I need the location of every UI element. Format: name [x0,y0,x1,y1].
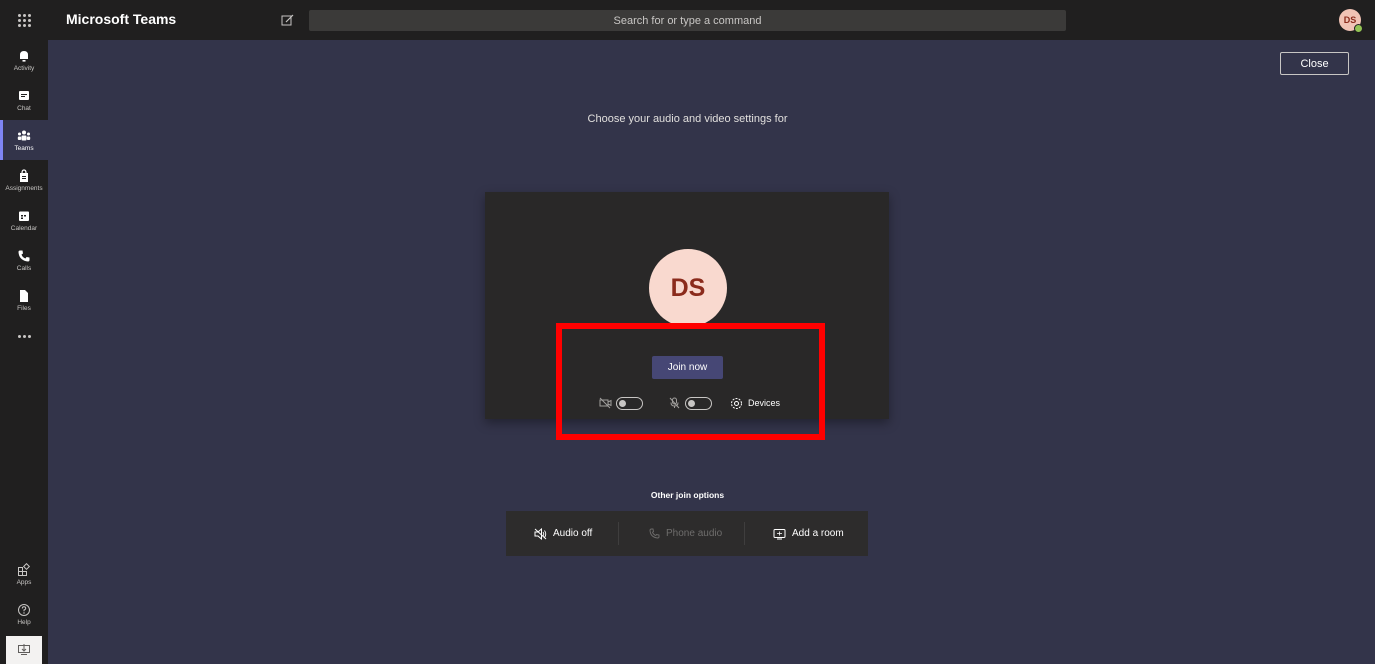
mic-control [668,395,712,411]
rail-item-teams[interactable]: Teams [0,120,48,160]
phone-audio-label: Phone audio [666,528,723,539]
rail-item-label: Help [17,618,31,626]
rail-item-assignments[interactable]: Assignments [0,160,48,200]
rail-item-label: Chat [17,104,31,112]
rail-item-label: Files [17,304,31,312]
devices-label: Devices [748,398,781,408]
rail-item-calendar[interactable]: Calendar [0,200,48,240]
add-room-option[interactable]: Add a room [773,511,844,556]
help-icon [18,603,30,616]
avatar-initials: DS [1343,15,1357,25]
new-chat-icon[interactable] [280,12,296,28]
preview-avatar: DS [649,249,727,327]
phone-icon [649,528,660,539]
app-rail: Activity Chat Teams Assignments Calendar… [0,40,48,664]
mic-off-icon [669,397,680,409]
audio-off-label: Audio off [553,528,593,539]
other-join-options-title: Other join options [650,490,725,500]
rail-item-apps[interactable]: Apps [0,554,48,594]
devices-button[interactable]: Devices [730,395,780,411]
gear-icon [731,397,742,409]
rail-item-label: Activity [13,64,35,72]
download-app-button[interactable] [6,636,42,664]
video-preview: DS Join now Devices [485,192,889,419]
divider [744,522,745,545]
top-bar: Microsoft Teams Search for or type a com… [0,0,1375,40]
mic-toggle[interactable] [685,396,712,410]
rail-item-label: Apps [16,578,32,586]
search-input[interactable]: Search for or type a command [309,10,1066,31]
prejoin-heading: Choose your audio and video settings for [0,113,1375,125]
prejoin-heading-text: Choose your audio and video settings for [587,113,788,125]
phone-audio-option[interactable]: Phone audio [649,511,722,556]
file-icon [20,289,28,302]
assignments-icon [20,168,28,182]
teams-icon [17,130,31,140]
rail-item-label: Calls [16,264,32,272]
divider [618,522,619,545]
apps-icon [18,562,31,576]
camera-control [599,395,643,411]
rail-item-calls[interactable]: Calls [0,240,48,280]
app-launcher-icon[interactable] [0,0,48,40]
chat-icon [19,90,29,100]
rail-item-label: Calendar [10,224,38,232]
add-room-label: Add a room [792,528,844,539]
rail-item-label: Assignments [5,184,43,192]
bell-icon [20,50,28,62]
download-icon [18,644,30,655]
join-now-button[interactable]: Join now [652,356,723,379]
rail-item-activity[interactable]: Activity [0,40,48,80]
presence-available-icon [1354,24,1363,33]
other-join-options: Audio off Phone audio Add a room [506,511,868,556]
avatar[interactable]: DS [1339,9,1363,33]
rail-item-label: Teams [14,144,34,152]
audio-off-option[interactable]: Audio off [534,511,592,556]
phone-icon [18,250,30,261]
camera-toggle[interactable] [616,396,643,410]
calendar-icon [19,211,29,221]
rail-item-files[interactable]: Files [0,280,48,320]
camera-off-icon [599,397,612,409]
rail-item-help[interactable]: Help [0,594,48,634]
close-button[interactable]: Close [1280,52,1349,75]
speaker-off-icon [534,527,547,540]
room-icon [773,528,786,539]
app-title: Microsoft Teams [66,11,177,27]
more-apps-icon[interactable] [0,326,48,346]
